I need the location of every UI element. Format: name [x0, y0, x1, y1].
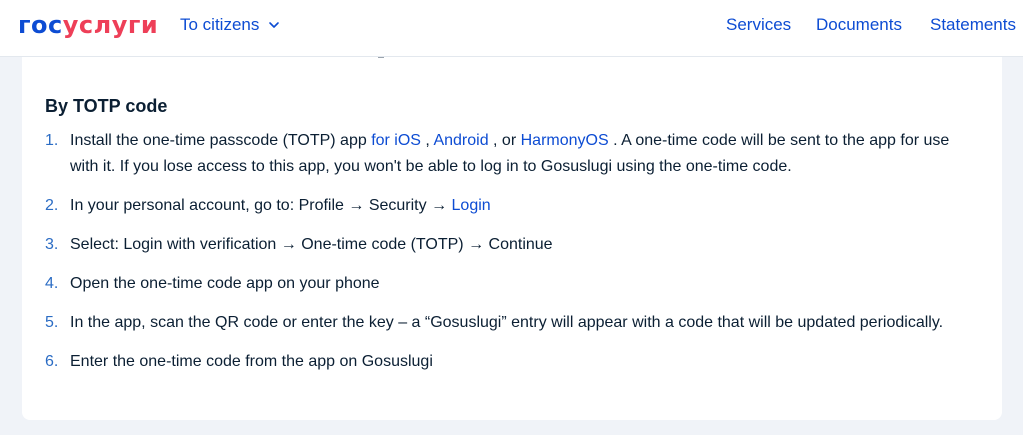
list-item: 1. Install the one-time passcode (TOTP) a…: [45, 128, 975, 180]
ios-app-link[interactable]: for iOS: [371, 132, 421, 149]
step-number: 6.: [45, 353, 59, 370]
totp-steps-list: 1. Install the one-time passcode (TOTP) a…: [45, 128, 975, 388]
logo-part-gos: гос: [18, 11, 63, 39]
to-citizens-menu[interactable]: To citizens: [180, 15, 280, 35]
step-text: Install the one-time passcode (TOTP) app: [70, 132, 372, 149]
step-text: ,: [420, 132, 434, 149]
list-item: 5. In the app, scan the QR code or enter …: [45, 310, 975, 336]
step-text: In the app, scan the QR code or enter th…: [70, 314, 944, 331]
step-text: , or: [488, 132, 521, 149]
step-text: Enter the one-time code from the app on …: [70, 353, 433, 370]
step-text: Open the one-time code app on your phone: [70, 275, 380, 292]
list-item: 3. Select: Login with verification → One-…: [45, 232, 975, 258]
list-item: 2. In your personal account, go to: Profi…: [45, 193, 975, 219]
content-card: By TOTP code 1. Install the one-time pass…: [22, 40, 1002, 420]
step-number: 1.: [45, 132, 59, 149]
chevron-down-icon: [269, 22, 280, 28]
step-text: Select: Login with verification → One-ti…: [70, 236, 553, 253]
step-number: 3.: [45, 236, 59, 253]
step-number: 4.: [45, 275, 59, 292]
harmonyos-app-link[interactable]: HarmonyOS: [521, 132, 609, 149]
step-number: 5.: [45, 314, 59, 331]
top-header: госуслуги To citizens Services Documents…: [0, 0, 1023, 57]
android-app-link[interactable]: Android: [433, 132, 488, 149]
nav-documents-link[interactable]: Documents: [816, 15, 902, 35]
step-text: In your personal account, go to: Profile…: [70, 197, 452, 214]
nav-statements-link[interactable]: Statements: [930, 15, 1016, 35]
login-link[interactable]: Login: [452, 197, 491, 214]
section-title: By TOTP code: [45, 96, 168, 116]
list-item: 6. Enter the one-time code from the app o…: [45, 349, 975, 375]
nav-services-link[interactable]: Services: [726, 15, 791, 35]
logo-part-uslugi: услуги: [62, 11, 159, 39]
to-citizens-label: To citizens: [180, 15, 260, 34]
step-number: 2.: [45, 197, 59, 214]
list-item: 4. Open the one-time code app on your pho…: [45, 271, 975, 297]
gosuslugi-logo[interactable]: госуслуги: [18, 11, 158, 39]
